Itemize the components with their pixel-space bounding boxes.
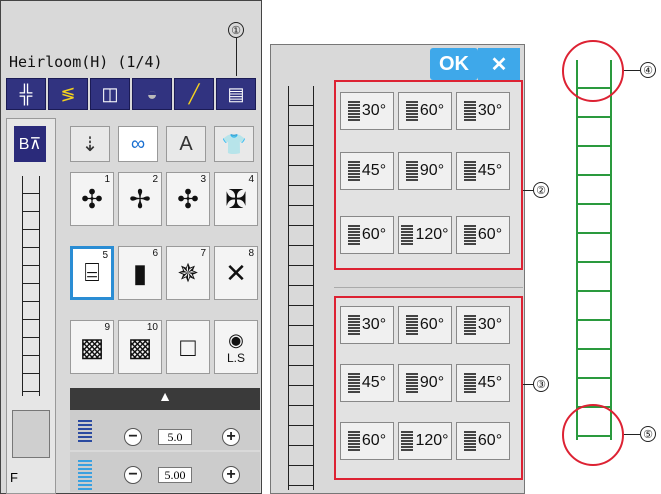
elongation-icon[interactable]: ◒ <box>132 78 172 110</box>
collapse-arrow-button[interactable]: ▲ <box>70 388 260 410</box>
width-value: 5.0 <box>158 429 192 445</box>
ok-button[interactable]: OK <box>430 48 478 80</box>
callout-2: ② <box>533 182 549 198</box>
needle-icon[interactable]: ╱ <box>174 78 214 110</box>
stitch-10[interactable]: 10 ▩ <box>118 320 162 374</box>
stitch-9[interactable]: 9 ▩ <box>70 320 114 374</box>
top-button-8[interactable]: 120° <box>398 216 452 254</box>
top-button-7[interactable]: 60° <box>340 216 394 254</box>
stitch-1[interactable]: 1 ✣ <box>70 172 114 226</box>
stitch-5[interactable]: 5 ⌸ <box>70 246 114 300</box>
width-icon <box>78 418 92 442</box>
close-button[interactable]: ✕ <box>478 48 520 80</box>
stitch-2[interactable]: 2 ✢ <box>118 172 162 226</box>
callout-3: ③ <box>533 376 549 392</box>
top-button-5[interactable]: 90° <box>398 152 452 190</box>
category-tab-shirt-icon[interactable]: 👕 <box>214 126 254 162</box>
bottom-button-9[interactable]: 60° <box>456 422 510 460</box>
bottom-button-4[interactable]: 45° <box>340 364 394 402</box>
stitch-6[interactable]: 6 ▮ <box>118 246 162 300</box>
mirror-icon[interactable]: ◫ <box>90 78 130 110</box>
top-button-1[interactable]: 30° <box>340 92 394 130</box>
length-increase-button[interactable]: + <box>222 466 240 484</box>
width-increase-button[interactable]: + <box>222 428 240 446</box>
callout-5-line <box>624 434 640 435</box>
callout-2-line <box>523 190 533 191</box>
zigzag-icon[interactable]: ≶ <box>48 78 88 110</box>
bottom-button-6[interactable]: 45° <box>456 364 510 402</box>
page-title: Heirloom(H) (1/4) <box>9 53 163 71</box>
category-tab-1[interactable]: ⇣ <box>70 126 110 162</box>
ladder-stitch-icon[interactable]: ▤ <box>216 78 256 110</box>
length-value: 5.00 <box>158 467 192 483</box>
stitch-preview <box>22 176 40 396</box>
top-button-4[interactable]: 45° <box>340 152 394 190</box>
highlight-circle-bottom <box>562 404 624 466</box>
view-toggle-button[interactable]: B⊼ <box>14 126 46 162</box>
bottom-button-5[interactable]: 90° <box>398 364 452 402</box>
stitch-3[interactable]: 3 ✣ <box>166 172 210 226</box>
callout-1-line <box>236 38 237 76</box>
stitch-diagram <box>576 60 612 440</box>
top-button-6[interactable]: 45° <box>456 152 510 190</box>
category-tab-letters[interactable]: A <box>166 126 206 162</box>
bottom-button-7[interactable]: 60° <box>340 422 394 460</box>
top-button-9[interactable]: 60° <box>456 216 510 254</box>
stitch-4[interactable]: 4 ✠ <box>214 172 258 226</box>
divider <box>334 287 523 288</box>
length-decrease-button[interactable]: − <box>124 466 142 484</box>
highlight-circle-top <box>562 40 624 102</box>
length-icon <box>78 458 92 490</box>
bottom-button-8[interactable]: 120° <box>398 422 452 460</box>
stitch-ls[interactable]: ◉ L.S <box>214 320 258 374</box>
stitch-8[interactable]: 8 ✕ <box>214 246 258 300</box>
stitch-type-icon[interactable]: ╬ <box>6 78 46 110</box>
foot-label: F <box>10 470 18 485</box>
stitch-square[interactable]: □ <box>166 320 210 374</box>
bottom-button-3[interactable]: 30° <box>456 306 510 344</box>
bottom-button-1[interactable]: 30° <box>340 306 394 344</box>
callout-4-line <box>624 70 640 71</box>
bottom-button-2[interactable]: 60° <box>398 306 452 344</box>
callout-1: ① <box>228 22 244 38</box>
callout-5: ⑤ <box>640 426 656 442</box>
stitch-7[interactable]: 7 ✵ <box>166 246 210 300</box>
presser-foot-icon <box>12 410 50 458</box>
callout-4: ④ <box>640 62 656 78</box>
width-decrease-button[interactable]: − <box>124 428 142 446</box>
callout-3-line <box>523 384 533 385</box>
top-button-2[interactable]: 60° <box>398 92 452 130</box>
top-button-3[interactable]: 30° <box>456 92 510 130</box>
category-tab-2[interactable]: ∞ <box>118 126 158 162</box>
elongation-preview <box>288 86 314 490</box>
